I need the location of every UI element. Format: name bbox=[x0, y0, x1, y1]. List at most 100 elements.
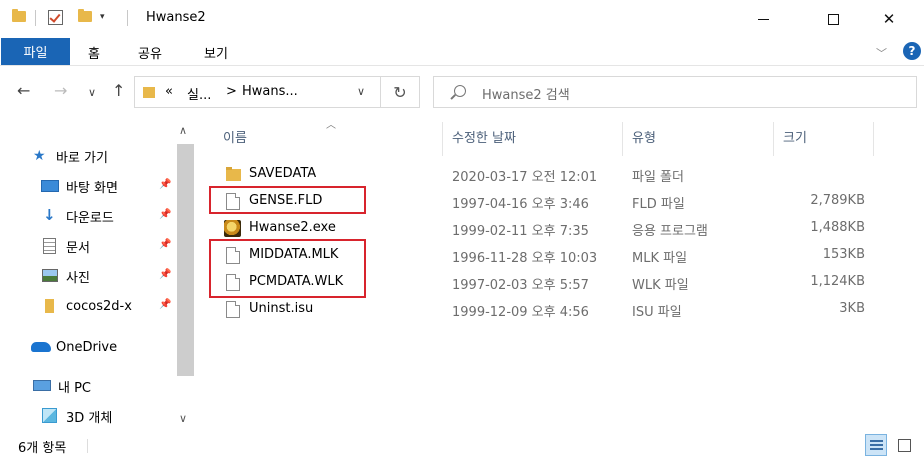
file-name: SAVEDATA bbox=[249, 166, 317, 181]
file-type: WLK 파일 bbox=[632, 278, 689, 293]
pin-icon[interactable]: 📌 bbox=[159, 299, 171, 310]
column-header: ︿ 이름 수정한 날짜 유형 크기 bbox=[196, 116, 924, 156]
sidebar-item-label: 사진 bbox=[66, 270, 90, 286]
file-size: 3KB bbox=[839, 301, 865, 316]
sidebar-item-pictures[interactable]: 사진 bbox=[41, 263, 90, 289]
column-divider[interactable] bbox=[442, 122, 443, 156]
tab-view[interactable]: 보기 bbox=[204, 43, 228, 62]
close-button[interactable]: ✕ bbox=[866, 0, 912, 38]
file-name: Hwanse2.exe bbox=[249, 220, 336, 235]
divider bbox=[87, 439, 88, 453]
file-type: FLD 파일 bbox=[632, 197, 685, 212]
highlight-box bbox=[209, 239, 366, 298]
chevron-down-icon[interactable]: ∨ bbox=[357, 85, 365, 98]
minimize-icon bbox=[757, 18, 769, 20]
star-icon: ★ bbox=[33, 148, 46, 164]
sidebar-item-label: cocos2d-x bbox=[66, 298, 132, 314]
pictures-icon bbox=[42, 269, 58, 282]
cloud-icon bbox=[31, 342, 51, 352]
large-icons-view-icon bbox=[898, 439, 911, 452]
close-icon: ✕ bbox=[882, 10, 896, 28]
file-size: 153KB bbox=[822, 247, 865, 262]
download-icon: ↓ bbox=[43, 206, 56, 224]
column-size[interactable]: 크기 bbox=[783, 127, 807, 146]
scrollbar-thumb[interactable] bbox=[177, 144, 194, 376]
file-row[interactable]: Uninst.isu 1999-12-09 오후 4:56 ISU 파일 3KB bbox=[196, 296, 924, 323]
folder-icon bbox=[45, 299, 54, 313]
address-segment[interactable]: 실... bbox=[187, 84, 211, 103]
up-button[interactable]: ↑ bbox=[112, 81, 125, 100]
tab-file[interactable]: 파일 bbox=[1, 38, 70, 65]
address-bar[interactable]: « 실... > Hwans... ∨ bbox=[134, 76, 381, 108]
documents-icon bbox=[43, 238, 56, 254]
file-row[interactable]: SAVEDATA 2020-03-17 오전 12:01 파일 폴더 bbox=[196, 161, 924, 188]
title-bar: ▾ Hwanse2 ✕ bbox=[0, 0, 924, 38]
maximize-icon bbox=[827, 13, 839, 25]
file-row[interactable]: Hwanse2.exe 1999-02-11 오후 7:35 응용 프로그램 1… bbox=[196, 215, 924, 242]
address-overflow[interactable]: « bbox=[165, 84, 173, 99]
column-divider[interactable] bbox=[873, 122, 874, 156]
search-placeholder: Hwanse2 검색 bbox=[482, 88, 570, 103]
details-view-button[interactable] bbox=[865, 434, 887, 456]
address-segment[interactable]: Hwans... bbox=[242, 84, 298, 99]
refresh-button[interactable]: ↻ bbox=[381, 76, 420, 108]
file-date: 1997-02-03 오후 5:57 bbox=[452, 278, 589, 293]
sidebar-item-this-pc[interactable]: 내 PC bbox=[33, 373, 91, 399]
scroll-down-icon[interactable]: ∨ bbox=[179, 412, 187, 425]
column-name[interactable]: 이름 bbox=[223, 127, 247, 146]
sidebar-item-label: 문서 bbox=[66, 240, 90, 256]
sidebar-item-3d-objects[interactable]: 3D 개체 bbox=[41, 403, 112, 429]
forward-button[interactable]: → bbox=[54, 81, 67, 100]
minimize-button[interactable] bbox=[740, 0, 786, 38]
customize-quick-access-icon[interactable]: ▾ bbox=[100, 12, 105, 22]
sidebar-item-onedrive[interactable]: OneDrive bbox=[31, 334, 117, 360]
tab-home[interactable]: 홈 bbox=[88, 43, 100, 62]
column-type[interactable]: 유형 bbox=[632, 127, 656, 146]
search-input[interactable]: Hwanse2 검색 bbox=[433, 76, 917, 108]
divider bbox=[35, 10, 36, 26]
exe-icon bbox=[224, 220, 241, 237]
recent-locations-button[interactable]: ∨ bbox=[88, 86, 96, 99]
new-folder-icon[interactable] bbox=[78, 9, 92, 22]
file-type: 파일 폴더 bbox=[632, 170, 684, 185]
sidebar-item-cocos2d-x[interactable]: cocos2d-x bbox=[41, 293, 132, 319]
computer-icon bbox=[33, 380, 51, 391]
sidebar-item-quick-access[interactable]: ★ 바로 가기 bbox=[33, 143, 108, 169]
sidebar-item-documents[interactable]: 문서 bbox=[41, 233, 90, 259]
pin-icon[interactable]: 📌 bbox=[159, 209, 171, 220]
column-date[interactable]: 수정한 날짜 bbox=[452, 127, 516, 146]
breadcrumb-arrow-icon[interactable]: > bbox=[226, 84, 237, 99]
sidebar-item-label: 3D 개체 bbox=[66, 410, 113, 426]
tab-share[interactable]: 공유 bbox=[138, 43, 162, 62]
help-icon[interactable]: ? bbox=[903, 42, 921, 60]
sidebar-item-label: 내 PC bbox=[58, 380, 92, 396]
pin-icon[interactable]: 📌 bbox=[159, 239, 171, 250]
back-button[interactable]: ← bbox=[17, 81, 30, 100]
cube-icon bbox=[42, 408, 57, 423]
sort-ascending-icon: ︿ bbox=[326, 120, 336, 131]
sidebar-item-downloads[interactable]: ↓ 다운로드 bbox=[41, 203, 114, 229]
column-divider[interactable] bbox=[622, 122, 623, 156]
folder-icon bbox=[143, 87, 155, 98]
sidebar-item-label: 바로 가기 bbox=[56, 150, 108, 166]
sidebar-item-label: 바탕 화면 bbox=[66, 180, 118, 196]
maximize-button[interactable] bbox=[810, 0, 856, 38]
file-icon bbox=[226, 301, 240, 318]
scrollbar[interactable]: ∧ ∨ bbox=[175, 122, 195, 434]
file-type: MLK 파일 bbox=[632, 251, 688, 266]
pin-icon[interactable]: 📌 bbox=[159, 269, 171, 280]
column-divider[interactable] bbox=[773, 122, 774, 156]
status-bar: 6개 항목 bbox=[0, 434, 924, 461]
folder-icon bbox=[12, 9, 26, 22]
expand-ribbon-icon[interactable]: ﹀ bbox=[876, 45, 887, 61]
file-size: 2,789KB bbox=[810, 193, 865, 208]
sidebar-item-desktop[interactable]: 바탕 화면 bbox=[41, 173, 118, 199]
properties-icon[interactable] bbox=[48, 10, 63, 25]
file-date: 1999-02-11 오후 7:35 bbox=[452, 224, 589, 239]
navigation-pane: ★ 바로 가기 바탕 화면 📌 ↓ 다운로드 📌 문서 📌 사진 📌 cocos… bbox=[0, 116, 196, 434]
highlight-box bbox=[209, 186, 366, 214]
file-date: 1997-04-16 오후 3:46 bbox=[452, 197, 589, 212]
pin-icon[interactable]: 📌 bbox=[159, 179, 171, 190]
large-icons-view-button[interactable] bbox=[893, 434, 915, 456]
scroll-up-icon[interactable]: ∧ bbox=[179, 124, 187, 137]
